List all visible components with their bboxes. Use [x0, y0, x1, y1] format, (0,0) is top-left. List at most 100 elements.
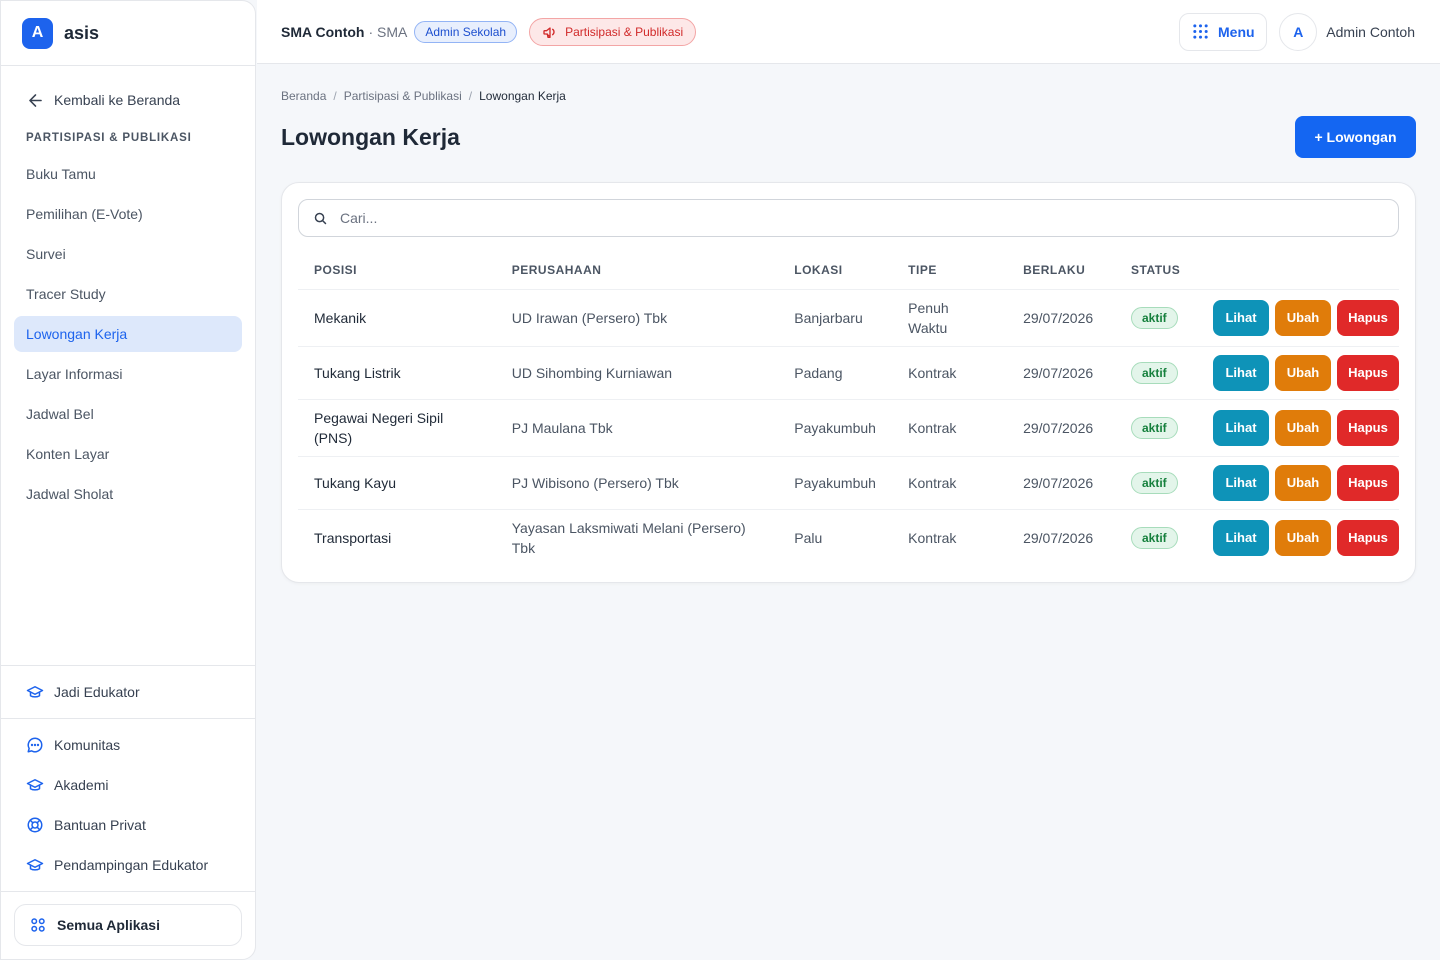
cell-posisi: Pegawai Negeri Sipil (PNS) — [298, 399, 496, 457]
column-header-lokasi[interactable]: LOKASI — [778, 251, 893, 290]
akademi-link[interactable]: Akademi — [1, 765, 255, 805]
search-input[interactable] — [340, 200, 1398, 236]
edit-button[interactable]: Ubah — [1275, 354, 1331, 391]
table-row: Pegawai Negeri Sipil (PNS) PJ Maulana Tb… — [298, 399, 1399, 457]
column-header-status[interactable]: STATUS — [1115, 251, 1197, 290]
cell-actions: Lihat Ubah Hapus — [1197, 509, 1399, 566]
all-apps-button[interactable]: Semua Aplikasi — [14, 904, 242, 946]
column-header-perusahaan[interactable]: PERUSAHAAN — [495, 251, 779, 290]
cell-berlaku: 29/07/2026 — [1007, 289, 1115, 347]
column-header-tipe[interactable]: TIPE — [892, 251, 1008, 290]
status-badge: aktif — [1131, 306, 1178, 329]
sidebar-item-lowongan-kerja[interactable]: Lowongan Kerja — [14, 316, 242, 352]
cell-posisi: Tukang Kayu — [298, 456, 496, 510]
table-row: Transportasi Yayasan Laksmiwati Melani (… — [298, 509, 1399, 566]
topbar: SMA Contoh · SMA Admin Sekolah Partisipa… — [257, 0, 1440, 64]
sidebar-section-title: PARTISIPASI & PUBLIKASI — [26, 132, 192, 144]
pendampingan-edukator-link[interactable]: Pendampingan Edukator — [1, 845, 255, 885]
all-apps-label: Semua Aplikasi — [57, 917, 160, 933]
school-name: SMA Contoh — [281, 23, 365, 40]
cell-status: aktif — [1115, 509, 1197, 566]
view-button[interactable]: Lihat — [1213, 409, 1269, 446]
cell-status: aktif — [1115, 399, 1197, 457]
table-header-row: POSISI PERUSAHAAN LOKASI TIPE BERLAKU ST… — [298, 251, 1399, 290]
delete-button[interactable]: Hapus — [1337, 519, 1399, 556]
cell-posisi: Tukang Listrik — [298, 346, 496, 400]
graduation-cap-icon — [26, 859, 44, 871]
cell-posisi: Transportasi — [314, 529, 392, 546]
view-button[interactable]: Lihat — [1213, 519, 1269, 556]
cell-tipe: Kontrak — [892, 346, 1008, 400]
become-educator-label: Jadi Edukator — [54, 684, 140, 700]
arrow-left-icon — [29, 93, 42, 107]
table-row: Tukang Listrik UD Sihombing Kurniawan Pa… — [298, 346, 1399, 400]
edit-button[interactable]: Ubah — [1275, 519, 1331, 556]
breadcrumb-current: Lowongan Kerja — [479, 89, 566, 103]
sidebar-item-layar-informasi[interactable]: Layar Informasi — [14, 356, 242, 392]
edit-button[interactable]: Ubah — [1275, 299, 1331, 336]
back-to-home-label: Kembali ke Beranda — [54, 92, 181, 108]
menu-button[interactable]: Menu — [1179, 12, 1268, 51]
status-badge: aktif — [1131, 526, 1178, 549]
breadcrumb-module[interactable]: Partisipasi & Publikasi — [344, 89, 462, 103]
table-row: Tukang Kayu PJ Wibisono (Persero) Tbk Pa… — [298, 456, 1399, 510]
page-title: Lowongan Kerja — [281, 123, 460, 150]
cell-lokasi: Palu — [794, 529, 823, 546]
table-row: Mekanik UD Irawan (Persero) Tbk Banjarba… — [298, 289, 1399, 347]
column-header-berlaku[interactable]: BERLAKU — [1007, 251, 1115, 290]
grid-icon — [31, 918, 45, 932]
sidebar-item-tracer-study[interactable]: Tracer Study — [14, 276, 242, 312]
cell-actions: Lihat Ubah Hapus — [1197, 346, 1399, 400]
view-button[interactable]: Lihat — [1213, 464, 1269, 501]
delete-button[interactable]: Hapus — [1337, 354, 1399, 391]
become-educator-link[interactable]: Jadi Edukator — [1, 672, 255, 712]
sidebar-item-jadwal-sholat[interactable]: Jadwal Sholat — [14, 476, 242, 512]
view-button[interactable]: Lihat — [1213, 354, 1269, 391]
cell-tipe: Penuh Waktu — [892, 289, 1008, 347]
bantuan-privat-link[interactable]: Bantuan Privat — [1, 805, 255, 845]
delete-button[interactable]: Hapus — [1337, 464, 1399, 501]
sidebar-item-survei[interactable]: Survei — [14, 236, 242, 272]
topbar-right: Menu A Admin Contoh — [1179, 12, 1415, 51]
pendampingan-edukator-label: Pendampingan Edukator — [54, 857, 209, 873]
search-icon — [314, 212, 327, 224]
educator-group: Jadi Edukator — [1, 665, 255, 718]
sidebar-item-jadwal-bel[interactable]: Jadwal Bel — [14, 396, 242, 432]
cell-tipe: Kontrak — [892, 456, 1008, 510]
cell-tipe: Kontrak — [892, 399, 1008, 457]
add-job-button[interactable]: + Lowongan — [1295, 116, 1416, 158]
breadcrumb-home[interactable]: Beranda — [281, 89, 326, 103]
brand-logo: A — [22, 17, 53, 49]
cell-perusahaan: PJ Maulana Tbk — [495, 399, 779, 457]
sidebar-item-e-vote[interactable]: Pemilihan (E-Vote) — [14, 196, 242, 232]
cell-actions: Lihat Ubah Hapus — [1197, 456, 1399, 510]
edit-button[interactable]: Ubah — [1275, 464, 1331, 501]
all-apps-wrap: Semua Aplikasi — [1, 891, 255, 959]
komunitas-link[interactable]: Komunitas — [1, 725, 255, 765]
dots-grid-icon — [1193, 24, 1208, 39]
module-badge[interactable]: Partisipasi & Publikasi — [529, 17, 697, 46]
view-button[interactable]: Lihat — [1213, 299, 1269, 336]
delete-button[interactable]: Hapus — [1337, 409, 1399, 446]
cell-posisi: Mekanik — [298, 289, 496, 347]
cell-actions: Lihat Ubah Hapus — [1197, 399, 1399, 457]
back-to-home-link[interactable]: Kembali ke Beranda — [26, 85, 255, 115]
sidebar-item-konten-layar[interactable]: Konten Layar — [14, 436, 242, 472]
edit-button[interactable]: Ubah — [1275, 409, 1331, 446]
column-header-posisi[interactable]: POSISI — [298, 251, 496, 290]
sidebar-nav: Buku Tamu Pemilihan (E-Vote) Survei Trac… — [1, 156, 255, 516]
avatar[interactable]: A — [1279, 12, 1318, 51]
delete-button[interactable]: Hapus — [1337, 299, 1399, 336]
graduation-cap-icon — [26, 779, 44, 791]
brand[interactable]: A asis — [1, 1, 255, 66]
cell-perusahaan: UD Sihombing Kurniawan — [495, 346, 779, 400]
main-content: Beranda / Partisipasi & Publikasi / Lowo… — [281, 64, 1416, 583]
breadcrumb-separator: / — [468, 89, 473, 103]
user-name[interactable]: Admin Contoh — [1326, 24, 1415, 40]
menu-label: Menu — [1218, 23, 1255, 40]
sidebar-item-buku-tamu[interactable]: Buku Tamu — [14, 156, 242, 192]
sidebar-bottom: Jadi Edukator Komunitas Akademi Bantuan … — [1, 665, 255, 959]
brand-name: asis — [64, 22, 100, 43]
search-box[interactable] — [298, 199, 1399, 237]
cell-actions: Lihat Ubah Hapus — [1197, 289, 1399, 347]
